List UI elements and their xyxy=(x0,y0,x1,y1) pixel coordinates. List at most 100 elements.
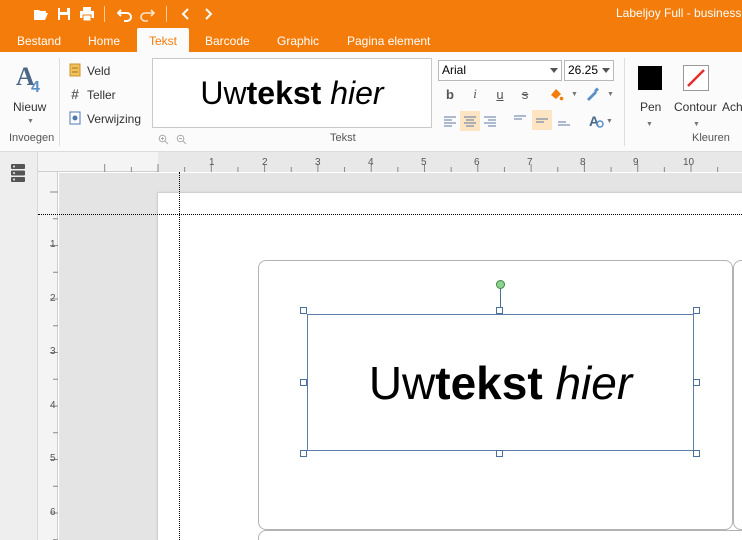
ruler-number: 1 xyxy=(209,157,215,168)
italic-button[interactable]: i xyxy=(465,84,485,104)
resize-handle-top-right[interactable] xyxy=(693,307,700,314)
text-object-normal: Uw xyxy=(368,356,436,409)
svg-text:4: 4 xyxy=(31,79,40,94)
forward-icon[interactable] xyxy=(199,5,217,23)
chevron-down-icon[interactable]: ▼ xyxy=(27,118,34,125)
underline-button[interactable]: u xyxy=(490,84,510,104)
ruler-number: 4 xyxy=(368,157,374,168)
ribbon-panel: A 4 Nieuw ▼ Invoegen Veld # Teller Verwi… xyxy=(0,52,742,152)
resize-handle-right[interactable] xyxy=(693,379,700,386)
preview-normal: Uw xyxy=(200,74,247,111)
ruler-number: 6 xyxy=(474,157,480,168)
align-top-button[interactable] xyxy=(510,110,530,130)
toolbar-separator xyxy=(166,6,167,22)
align-bottom-button[interactable] xyxy=(554,110,574,130)
chevron-down-icon[interactable]: ▼ xyxy=(607,91,614,98)
redo-icon[interactable] xyxy=(138,5,156,23)
label-outline[interactable] xyxy=(733,260,742,530)
new-button[interactable]: Nieuw xyxy=(13,100,46,114)
preview-italic: hier xyxy=(330,74,384,111)
back-icon[interactable] xyxy=(177,5,195,23)
tab-home[interactable]: Home xyxy=(84,28,124,52)
resize-handle-bottom-left[interactable] xyxy=(300,450,307,457)
ruler-number: 3 xyxy=(50,346,56,357)
font-name-value: Arial xyxy=(442,63,467,77)
field-button[interactable]: Veld xyxy=(87,64,110,78)
resize-handle-bottom-right[interactable] xyxy=(693,450,700,457)
ruler-number: 2 xyxy=(50,293,56,304)
chevron-down-icon[interactable]: ▼ xyxy=(693,121,700,128)
reference-button[interactable]: Verwijzing xyxy=(87,112,141,126)
label-outline[interactable] xyxy=(258,530,742,540)
tab-graphic[interactable]: Graphic xyxy=(273,28,323,52)
chevron-down-icon[interactable]: ▼ xyxy=(606,118,613,125)
ruler-number: 1 xyxy=(50,239,56,250)
bold-button[interactable]: b xyxy=(440,84,460,104)
vertical-guide[interactable] xyxy=(179,172,180,540)
background-button[interactable]: Ach xyxy=(722,100,742,114)
horizontal-guide[interactable] xyxy=(38,214,742,215)
open-folder-icon[interactable] xyxy=(32,5,50,23)
resize-handle-left[interactable] xyxy=(300,379,307,386)
align-right-button[interactable] xyxy=(480,111,500,131)
ruler-number: 7 xyxy=(527,157,533,168)
layers-icon[interactable] xyxy=(9,162,27,184)
vertical-ruler: 1 2 3 4 5 6 xyxy=(38,172,58,540)
counter-button[interactable]: Teller xyxy=(87,88,116,102)
text-color-icon[interactable] xyxy=(583,85,601,103)
align-middle-button[interactable] xyxy=(532,110,552,130)
ruler-number: 4 xyxy=(50,400,56,411)
tab-tekst[interactable]: Tekst xyxy=(137,28,189,52)
align-left-button[interactable] xyxy=(440,111,460,131)
zoom-out-icon[interactable] xyxy=(175,133,187,145)
text-object-bold: tekst xyxy=(435,356,543,409)
reference-icon xyxy=(68,111,82,125)
ruler-number: 2 xyxy=(262,157,268,168)
save-icon[interactable] xyxy=(55,5,73,23)
align-center-button[interactable] xyxy=(460,111,480,131)
contour-color-swatch[interactable] xyxy=(683,65,709,91)
counter-icon: # xyxy=(71,86,79,102)
group-separator xyxy=(59,58,60,146)
strikethrough-button[interactable]: s xyxy=(515,84,535,104)
pen-color-swatch[interactable] xyxy=(638,66,662,90)
rotation-handle[interactable] xyxy=(496,280,505,289)
resize-handle-top-left[interactable] xyxy=(300,307,307,314)
preview-bold: tekst xyxy=(246,74,322,111)
tab-pagina-element[interactable]: Pagina element xyxy=(343,28,434,52)
group-label-kleuren: Kleuren xyxy=(692,132,730,144)
ruler-number: 5 xyxy=(50,453,56,464)
zoom-in-icon[interactable] xyxy=(157,133,169,145)
ruler-number: 6 xyxy=(50,507,56,518)
group-label-tekst: Tekst xyxy=(330,132,356,144)
ribbon-tabs: Bestand Home Tekst Barcode Graphic Pagin… xyxy=(0,28,742,52)
field-icon xyxy=(68,63,82,77)
chevron-down-icon xyxy=(602,68,610,73)
new-text-icon[interactable]: A 4 xyxy=(14,60,48,94)
text-effects-icon[interactable]: A xyxy=(587,112,605,130)
contour-button[interactable]: Contour xyxy=(674,100,717,114)
print-icon[interactable] xyxy=(78,5,96,23)
group-separator xyxy=(624,58,625,146)
font-size-select[interactable]: 26.25 xyxy=(564,60,614,81)
ruler-number: 9 xyxy=(633,157,639,168)
tab-barcode[interactable]: Barcode xyxy=(201,28,254,52)
text-object-italic: hier xyxy=(555,356,633,409)
chevron-down-icon[interactable]: ▼ xyxy=(646,121,653,128)
undo-icon[interactable] xyxy=(116,5,134,23)
tab-bestand[interactable]: Bestand xyxy=(13,28,65,52)
horizontal-ruler: 1 2 3 4 5 6 7 8 9 10 xyxy=(38,152,742,172)
resize-handle-top[interactable] xyxy=(496,307,503,314)
ruler-number: 8 xyxy=(580,157,586,168)
title-bar: Labeljoy Full - business- xyxy=(0,0,742,28)
text-object[interactable]: Uw tekst hier xyxy=(307,314,694,451)
group-label-invoegen: Invoegen xyxy=(9,132,55,144)
resize-handle-bottom[interactable] xyxy=(496,450,503,457)
fill-color-icon[interactable] xyxy=(547,85,565,103)
ruler-number: 5 xyxy=(421,157,427,168)
text-preview: Uw tekst hier xyxy=(152,58,432,128)
pen-button[interactable]: Pen xyxy=(640,100,661,114)
font-name-select[interactable]: Arial xyxy=(438,60,562,81)
chevron-down-icon[interactable]: ▼ xyxy=(571,91,578,98)
left-toolbar xyxy=(0,152,38,540)
